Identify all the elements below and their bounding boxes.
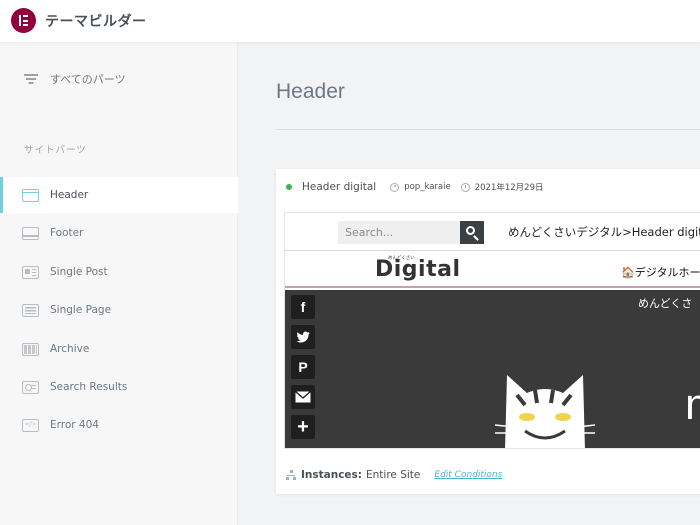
search-results-icon <box>22 380 39 394</box>
single-post-icon <box>22 265 39 279</box>
all-parts-filter[interactable]: すべてのパーツ <box>24 70 126 88</box>
sitemap-icon <box>286 470 296 480</box>
preview-search-field: Search... <box>338 221 460 244</box>
sidebar-item-label: Search Results <box>50 381 128 393</box>
sidebar-item-archive[interactable]: Archive <box>0 331 238 367</box>
sidebar-item-label: Single Page <box>50 304 112 316</box>
preview-home-link: 🏠デジタルホーム <box>621 266 700 279</box>
sidebar-item-footer[interactable]: Footer <box>0 215 238 251</box>
template-date: 2021年12月29日 <box>474 183 544 193</box>
template-author: pop_karaie <box>404 182 451 192</box>
sidebar-item-label: Header <box>50 189 89 201</box>
sidebar-item-single-page[interactable]: Single Page <box>0 292 238 328</box>
footer-icon <box>22 226 39 240</box>
clock-icon <box>460 182 470 192</box>
sidebar-item-search-results[interactable]: Search Results <box>0 369 238 405</box>
main-content: Header Header digital pop_karaie 2021年12… <box>238 42 700 525</box>
sidebar-item-single-post[interactable]: Single Post <box>0 254 238 290</box>
error-404-icon: </> <box>22 418 39 432</box>
single-page-icon <box>22 303 39 317</box>
preview-hero-letter: m <box>685 380 700 430</box>
preview-search-icon <box>460 221 484 244</box>
sidebar: すべてのパーツ サイトパーツ Header Footer Single Post… <box>0 42 238 525</box>
pinterest-icon: P <box>291 355 315 379</box>
mail-icon <box>291 385 315 409</box>
sidebar-item-error-404[interactable]: </> Error 404 <box>0 407 238 443</box>
status-active-dot <box>286 184 292 190</box>
template-name[interactable]: Header digital <box>302 181 376 193</box>
sidebar-item-label: Error 404 <box>50 419 99 431</box>
archive-icon <box>22 342 39 356</box>
app-title: テーマビルダー <box>45 14 147 30</box>
facebook-icon: f <box>291 295 315 319</box>
filter-icon <box>24 73 38 85</box>
all-parts-label: すべてのパーツ <box>50 73 126 86</box>
instances-value: Entire Site <box>366 469 421 481</box>
template-card[interactable]: Header digital pop_karaie 2021年12月29日 Se… <box>276 169 700 494</box>
preview-logo-bar: めんどくさい Digital 🏠デジタルホーム <box>285 252 700 288</box>
template-instances: Instances: Entire Site Edit Conditions <box>286 468 502 482</box>
page-title: Header <box>276 80 345 103</box>
sidebar-item-label: Single Post <box>50 266 108 278</box>
top-bar: テーマビルダー <box>0 0 700 42</box>
elementor-logo-icon[interactable] <box>11 8 36 33</box>
user-icon <box>390 182 400 192</box>
preview-top-strip: Search... めんどくさいデジタル>Header digit <box>285 213 700 251</box>
title-divider <box>276 129 700 130</box>
sidebar-item-label: Archive <box>50 343 90 355</box>
section-label-site-parts: サイトパーツ <box>24 145 87 156</box>
instances-label: Instances: <box>301 469 363 481</box>
twitter-icon <box>291 325 315 349</box>
preview-hero: めんどくさ m f P + <box>285 290 700 448</box>
template-meta: Header digital pop_karaie 2021年12月29日 <box>286 179 554 195</box>
preview-hero-text: めんどくさ <box>638 297 693 310</box>
plus-icon: + <box>291 415 315 439</box>
edit-conditions-link[interactable]: Edit Conditions <box>434 470 502 480</box>
preview-breadcrumb: めんどくさいデジタル>Header digit <box>508 225 700 239</box>
cat-mascot-icon <box>495 375 595 448</box>
header-icon <box>22 188 39 202</box>
preview-site-logo: Digital <box>375 257 461 282</box>
template-preview-thumbnail[interactable]: Search... めんどくさいデジタル>Header digit めんどくさい… <box>284 212 700 449</box>
sidebar-item-label: Footer <box>50 227 84 239</box>
sidebar-item-header[interactable]: Header <box>0 177 238 213</box>
